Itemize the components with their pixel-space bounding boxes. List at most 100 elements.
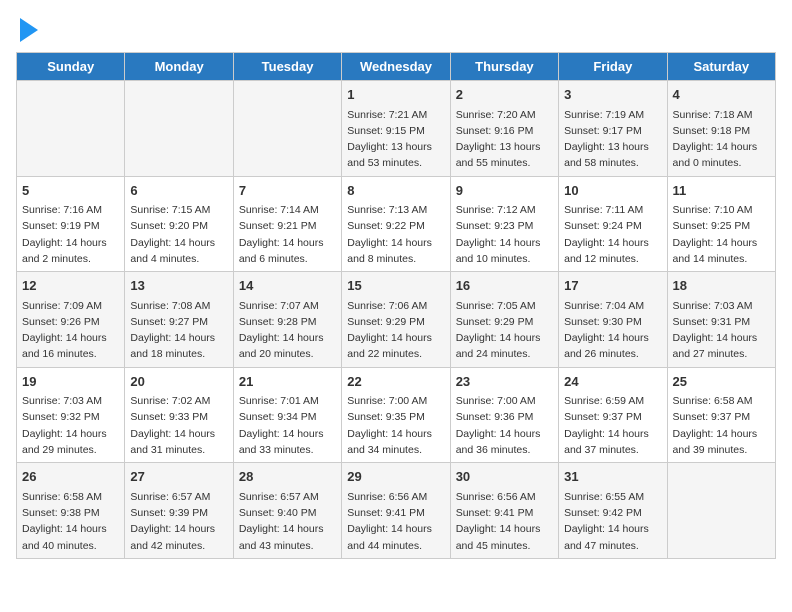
day-info: Sunrise: 6:56 AM Sunset: 9:41 PM Dayligh… [456, 489, 553, 554]
logo-arrow-icon [20, 18, 38, 42]
day-info: Sunrise: 7:11 AM Sunset: 9:24 PM Dayligh… [564, 202, 661, 267]
day-info: Sunrise: 7:04 AM Sunset: 9:30 PM Dayligh… [564, 298, 661, 363]
day-number: 22 [347, 372, 444, 392]
day-info: Sunrise: 7:19 AM Sunset: 9:17 PM Dayligh… [564, 107, 661, 172]
day-number: 25 [673, 372, 770, 392]
weekday-header-saturday: Saturday [667, 53, 775, 81]
day-number: 10 [564, 181, 661, 201]
calendar-day-cell: 10Sunrise: 7:11 AM Sunset: 9:24 PM Dayli… [559, 176, 667, 272]
calendar-week-row: 26Sunrise: 6:58 AM Sunset: 9:38 PM Dayli… [17, 463, 776, 559]
empty-day-cell [125, 81, 233, 177]
calendar-day-cell: 17Sunrise: 7:04 AM Sunset: 9:30 PM Dayli… [559, 272, 667, 368]
day-number: 21 [239, 372, 336, 392]
calendar-day-cell: 27Sunrise: 6:57 AM Sunset: 9:39 PM Dayli… [125, 463, 233, 559]
calendar-day-cell: 2Sunrise: 7:20 AM Sunset: 9:16 PM Daylig… [450, 81, 558, 177]
day-info: Sunrise: 7:09 AM Sunset: 9:26 PM Dayligh… [22, 298, 119, 363]
calendar-day-cell: 31Sunrise: 6:55 AM Sunset: 9:42 PM Dayli… [559, 463, 667, 559]
page-header [16, 16, 776, 42]
calendar-week-row: 19Sunrise: 7:03 AM Sunset: 9:32 PM Dayli… [17, 367, 776, 463]
empty-day-cell [667, 463, 775, 559]
day-info: Sunrise: 7:00 AM Sunset: 9:35 PM Dayligh… [347, 393, 444, 458]
day-info: Sunrise: 7:03 AM Sunset: 9:31 PM Dayligh… [673, 298, 770, 363]
weekday-header-thursday: Thursday [450, 53, 558, 81]
day-info: Sunrise: 7:05 AM Sunset: 9:29 PM Dayligh… [456, 298, 553, 363]
logo [16, 16, 38, 42]
calendar-day-cell: 12Sunrise: 7:09 AM Sunset: 9:26 PM Dayli… [17, 272, 125, 368]
day-number: 7 [239, 181, 336, 201]
day-number: 23 [456, 372, 553, 392]
calendar-day-cell: 9Sunrise: 7:12 AM Sunset: 9:23 PM Daylig… [450, 176, 558, 272]
day-number: 30 [456, 467, 553, 487]
empty-day-cell [17, 81, 125, 177]
weekday-header-friday: Friday [559, 53, 667, 81]
day-number: 17 [564, 276, 661, 296]
calendar-day-cell: 8Sunrise: 7:13 AM Sunset: 9:22 PM Daylig… [342, 176, 450, 272]
day-info: Sunrise: 7:12 AM Sunset: 9:23 PM Dayligh… [456, 202, 553, 267]
calendar-day-cell: 19Sunrise: 7:03 AM Sunset: 9:32 PM Dayli… [17, 367, 125, 463]
day-info: Sunrise: 7:08 AM Sunset: 9:27 PM Dayligh… [130, 298, 227, 363]
calendar-day-cell: 20Sunrise: 7:02 AM Sunset: 9:33 PM Dayli… [125, 367, 233, 463]
day-info: Sunrise: 7:01 AM Sunset: 9:34 PM Dayligh… [239, 393, 336, 458]
day-info: Sunrise: 6:56 AM Sunset: 9:41 PM Dayligh… [347, 489, 444, 554]
calendar-day-cell: 24Sunrise: 6:59 AM Sunset: 9:37 PM Dayli… [559, 367, 667, 463]
day-info: Sunrise: 7:06 AM Sunset: 9:29 PM Dayligh… [347, 298, 444, 363]
day-number: 20 [130, 372, 227, 392]
day-number: 9 [456, 181, 553, 201]
day-info: Sunrise: 6:57 AM Sunset: 9:40 PM Dayligh… [239, 489, 336, 554]
day-info: Sunrise: 7:16 AM Sunset: 9:19 PM Dayligh… [22, 202, 119, 267]
calendar-day-cell: 21Sunrise: 7:01 AM Sunset: 9:34 PM Dayli… [233, 367, 341, 463]
day-info: Sunrise: 6:55 AM Sunset: 9:42 PM Dayligh… [564, 489, 661, 554]
day-info: Sunrise: 6:59 AM Sunset: 9:37 PM Dayligh… [564, 393, 661, 458]
calendar-day-cell: 26Sunrise: 6:58 AM Sunset: 9:38 PM Dayli… [17, 463, 125, 559]
day-number: 24 [564, 372, 661, 392]
calendar-week-row: 12Sunrise: 7:09 AM Sunset: 9:26 PM Dayli… [17, 272, 776, 368]
day-info: Sunrise: 7:14 AM Sunset: 9:21 PM Dayligh… [239, 202, 336, 267]
calendar-table: SundayMondayTuesdayWednesdayThursdayFrid… [16, 52, 776, 559]
day-number: 5 [22, 181, 119, 201]
day-info: Sunrise: 7:13 AM Sunset: 9:22 PM Dayligh… [347, 202, 444, 267]
day-info: Sunrise: 6:58 AM Sunset: 9:37 PM Dayligh… [673, 393, 770, 458]
day-info: Sunrise: 7:18 AM Sunset: 9:18 PM Dayligh… [673, 107, 770, 172]
day-info: Sunrise: 7:07 AM Sunset: 9:28 PM Dayligh… [239, 298, 336, 363]
day-number: 14 [239, 276, 336, 296]
day-info: Sunrise: 7:02 AM Sunset: 9:33 PM Dayligh… [130, 393, 227, 458]
calendar-day-cell: 4Sunrise: 7:18 AM Sunset: 9:18 PM Daylig… [667, 81, 775, 177]
weekday-header-tuesday: Tuesday [233, 53, 341, 81]
day-number: 31 [564, 467, 661, 487]
day-info: Sunrise: 7:00 AM Sunset: 9:36 PM Dayligh… [456, 393, 553, 458]
calendar-week-row: 1Sunrise: 7:21 AM Sunset: 9:15 PM Daylig… [17, 81, 776, 177]
day-number: 16 [456, 276, 553, 296]
weekday-header-sunday: Sunday [17, 53, 125, 81]
calendar-day-cell: 29Sunrise: 6:56 AM Sunset: 9:41 PM Dayli… [342, 463, 450, 559]
calendar-day-cell: 28Sunrise: 6:57 AM Sunset: 9:40 PM Dayli… [233, 463, 341, 559]
calendar-day-cell: 25Sunrise: 6:58 AM Sunset: 9:37 PM Dayli… [667, 367, 775, 463]
day-number: 12 [22, 276, 119, 296]
calendar-day-cell: 14Sunrise: 7:07 AM Sunset: 9:28 PM Dayli… [233, 272, 341, 368]
day-number: 6 [130, 181, 227, 201]
day-number: 8 [347, 181, 444, 201]
day-info: Sunrise: 7:21 AM Sunset: 9:15 PM Dayligh… [347, 107, 444, 172]
calendar-day-cell: 23Sunrise: 7:00 AM Sunset: 9:36 PM Dayli… [450, 367, 558, 463]
day-number: 3 [564, 85, 661, 105]
day-number: 15 [347, 276, 444, 296]
day-info: Sunrise: 7:10 AM Sunset: 9:25 PM Dayligh… [673, 202, 770, 267]
day-number: 28 [239, 467, 336, 487]
day-number: 13 [130, 276, 227, 296]
empty-day-cell [233, 81, 341, 177]
day-number: 2 [456, 85, 553, 105]
day-number: 1 [347, 85, 444, 105]
calendar-day-cell: 13Sunrise: 7:08 AM Sunset: 9:27 PM Dayli… [125, 272, 233, 368]
day-info: Sunrise: 7:15 AM Sunset: 9:20 PM Dayligh… [130, 202, 227, 267]
weekday-header-monday: Monday [125, 53, 233, 81]
calendar-day-cell: 15Sunrise: 7:06 AM Sunset: 9:29 PM Dayli… [342, 272, 450, 368]
calendar-day-cell: 16Sunrise: 7:05 AM Sunset: 9:29 PM Dayli… [450, 272, 558, 368]
day-info: Sunrise: 6:57 AM Sunset: 9:39 PM Dayligh… [130, 489, 227, 554]
day-info: Sunrise: 7:20 AM Sunset: 9:16 PM Dayligh… [456, 107, 553, 172]
day-number: 4 [673, 85, 770, 105]
day-number: 18 [673, 276, 770, 296]
calendar-day-cell: 11Sunrise: 7:10 AM Sunset: 9:25 PM Dayli… [667, 176, 775, 272]
day-number: 27 [130, 467, 227, 487]
day-number: 29 [347, 467, 444, 487]
calendar-day-cell: 18Sunrise: 7:03 AM Sunset: 9:31 PM Dayli… [667, 272, 775, 368]
calendar-day-cell: 3Sunrise: 7:19 AM Sunset: 9:17 PM Daylig… [559, 81, 667, 177]
